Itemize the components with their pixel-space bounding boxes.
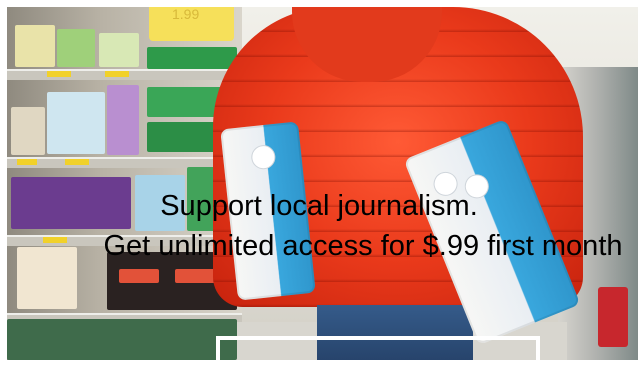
- product: [47, 92, 105, 154]
- price-tag: [47, 71, 71, 77]
- price-tag: [105, 71, 129, 77]
- product: [175, 269, 215, 283]
- price-tag: [17, 159, 37, 165]
- subscribe-button[interactable]: [216, 336, 540, 376]
- hero-image: [7, 7, 638, 360]
- product: [11, 107, 45, 155]
- product: [147, 47, 237, 69]
- promo-message: Support local journalism. Get unlimited …: [0, 186, 638, 266]
- product: [99, 33, 139, 67]
- product: [107, 85, 139, 155]
- product: [15, 25, 55, 67]
- sign-price-text: 1.99: [172, 6, 200, 22]
- shopping-cart: [598, 287, 628, 347]
- price-tag: [65, 159, 89, 165]
- promo-line-1: Support local journalism.: [160, 190, 478, 222]
- product: [7, 319, 237, 360]
- promo-line-2: Get unlimited access for $.99 first mont…: [103, 230, 623, 262]
- product: [119, 269, 159, 283]
- paper-roll: [250, 144, 277, 171]
- product: [57, 29, 95, 67]
